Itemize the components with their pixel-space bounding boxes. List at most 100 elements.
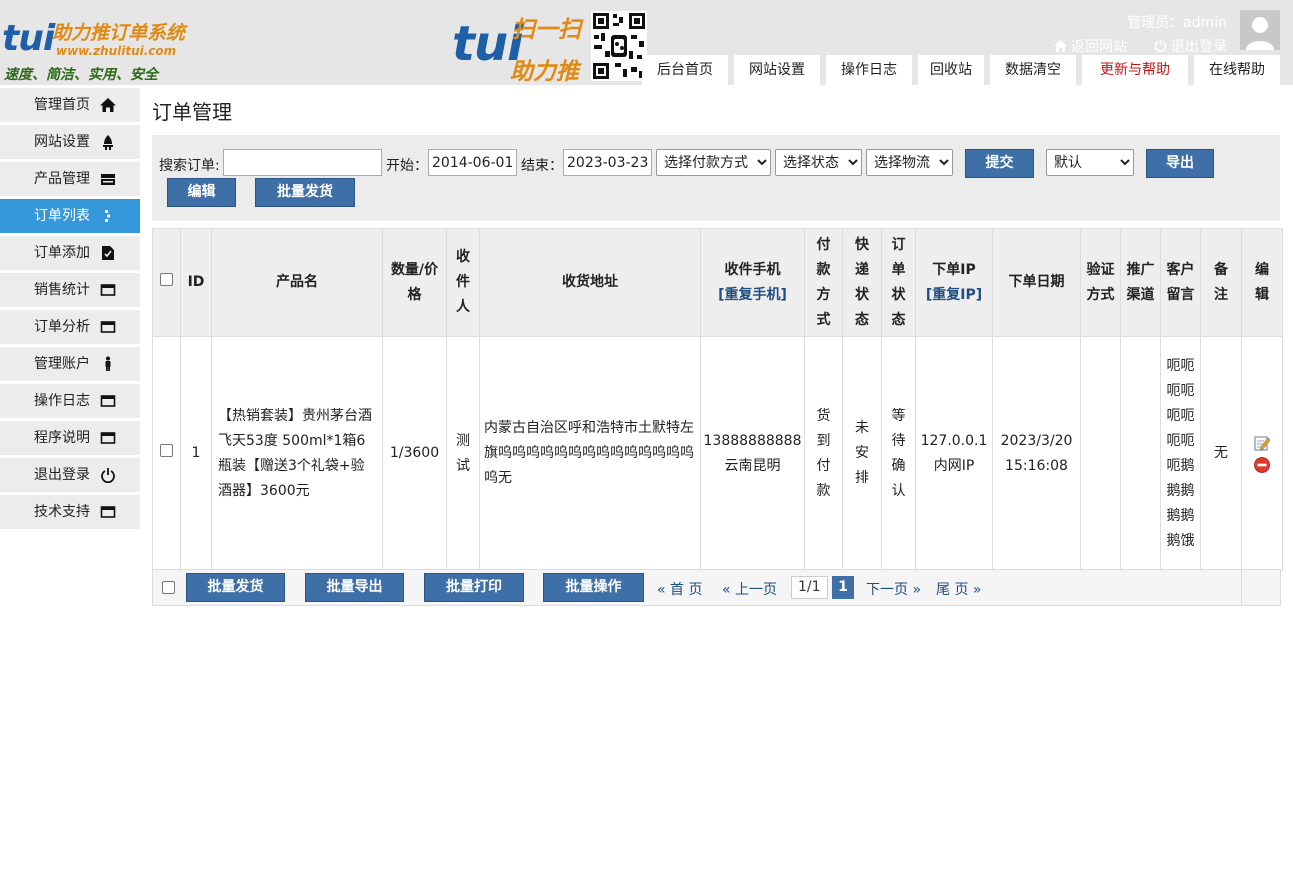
logo-brand: tui [2,18,55,59]
tab-operation-log[interactable]: 操作日志 [826,55,912,85]
site-logo[interactable]: tui 助力推订单系统 www.zhulitui.com 速度、简洁、实用、安全 [0,14,210,84]
power-icon [101,468,115,483]
logistics-select[interactable]: 选择物流 [866,149,953,176]
col-express-status: 快递状态 [842,228,882,337]
first-page-link[interactable]: « 首 页 [657,579,702,599]
start-date-label: 开始： [386,158,428,174]
window-icon [100,395,116,407]
batch-print-button[interactable]: 批量打印 [424,573,524,602]
col-phone: 收件手机 [重复手机] [700,228,805,337]
cell-edit [1241,336,1283,571]
col-payment-label: 付款方式 [816,236,831,328]
sidebar-item-sales-stats[interactable]: 销售统计 [0,273,140,307]
sidebar-item-label: 订单添加 [34,245,90,261]
duplicate-ip-link[interactable]: [重复IP] [916,283,992,308]
scan-text-2: 助力推 [510,59,579,85]
sidebar-item-order-list[interactable]: 订单列表 [0,199,140,233]
last-page-link[interactable]: 尾 页 » [936,579,981,599]
sidebar-item-operation-log[interactable]: 操作日志 [0,384,140,418]
sort-select[interactable]: 默认 [1046,149,1134,176]
sidebar-item-logout[interactable]: 退出登录 [0,458,140,492]
footer-divider [1241,570,1242,605]
sidebar-item-site-settings[interactable]: 网站设置 [0,125,140,159]
cell-order-status: 等待确认 [881,336,916,571]
cell-channel [1120,336,1161,571]
sidebar-item-label: 程序说明 [34,430,90,446]
footer-select-all-checkbox[interactable] [162,581,175,594]
tab-update-help[interactable]: 更新与帮助 [1082,55,1188,85]
edit-icon[interactable] [1254,435,1270,451]
end-date-input[interactable] [563,149,652,176]
start-date-input[interactable] [428,149,517,176]
sidebar-item-accounts[interactable]: 管理账户 [0,347,140,381]
header: tui 助力推订单系统 www.zhulitui.com 速度、简洁、实用、安全… [0,0,1293,85]
col-qty-price: 数量/价格 [382,228,447,337]
batch-ship-button[interactable]: 批量发货 [255,178,355,207]
cell-qty-price: 1/3600 [382,336,447,571]
cell-address: 内蒙古自治区呼和浩特市土默特左旗呜呜呜呜呜呜呜呜呜呜呜呜呜呜呜无 [479,336,701,571]
logo-slogan: 速度、简洁、实用、安全 [4,67,158,83]
col-qty-price-label: 数量/价格 [390,261,439,303]
list-icon [105,210,110,222]
next-page-link[interactable]: 下一页 » [866,579,921,599]
sidebar-item-label: 产品管理 [34,171,90,187]
sidebar-item-order-analysis[interactable]: 订单分析 [0,310,140,344]
cell-express-status: 未安排 [842,336,882,571]
col-remark-label: 备注 [1214,261,1228,303]
window-icon [100,506,116,518]
cell-verify [1080,336,1121,571]
user-avatar-icon [1240,10,1280,50]
current-page[interactable]: 1 [832,576,854,599]
submit-button[interactable]: 提交 [965,149,1034,178]
select-all-checkbox[interactable] [160,273,173,286]
tab-site-settings[interactable]: 网站设置 [734,55,820,85]
col-product: 产品名 [211,228,383,337]
col-order-status-label: 订单状态 [891,236,906,328]
payment-method-select[interactable]: 选择付款方式 [656,149,771,176]
logout-link[interactable]: 退出登录 [1154,39,1227,55]
avatar[interactable] [1240,10,1280,50]
search-input[interactable] [223,149,382,176]
tab-online-help[interactable]: 在线帮助 [1194,55,1280,85]
tab-clear-data[interactable]: 数据清空 [990,55,1076,85]
sidebar-item-products[interactable]: 产品管理 [0,162,140,196]
batch-operation-button[interactable]: 批量操作 [543,573,644,602]
settings-icon [103,135,113,150]
export-button[interactable]: 导出 [1146,149,1214,178]
prev-page-link[interactable]: « 上一页 [722,579,777,599]
cell-ip-address: 127.0.0.1 [920,432,988,449]
qr-code-icon [591,11,647,81]
batch-ship-footer-button[interactable]: 批量发货 [186,573,285,602]
sidebar-item-label: 网站设置 [34,134,90,150]
cell-express-status-text: 未安排 [855,420,869,486]
row-checkbox[interactable] [160,444,173,457]
status-select[interactable]: 选择状态 [775,149,862,176]
batch-export-button[interactable]: 批量导出 [305,573,404,602]
col-id: ID [180,228,212,337]
sidebar-item-dashboard[interactable]: 管理首页 [0,88,140,122]
col-order-date: 下单日期 [992,228,1081,337]
sidebar: 管理首页 网站设置 产品管理 订单列表 订单添加 销售统计 订单分析 管理账户 … [0,88,140,532]
cell-ip-type: 内网IP [933,457,975,474]
table-row: 1 【热销套装】贵州茅台酒飞天53度 500ml*1箱6瓶装【赠送3个礼袋+验酒… [152,336,1283,571]
col-channel-label: 推广渠道 [1126,261,1155,303]
sidebar-item-add-order[interactable]: 订单添加 [0,236,140,270]
select-all-cell [152,228,181,337]
top-nav: 后台首页 网站设置 操作日志 回收站 数据清空 更新与帮助 在线帮助 [642,55,1286,85]
cell-id: 1 [180,336,212,571]
tab-home[interactable]: 后台首页 [642,55,728,85]
back-to-site-link[interactable]: 返回网站 [1053,39,1132,55]
page-title: 订单管理 [152,100,232,124]
row-select-cell [152,336,181,571]
edit-button[interactable]: 编辑 [167,178,236,207]
cell-phone-number: 13888888888 [703,432,802,449]
duplicate-phone-link[interactable]: [重复手机] [701,283,804,308]
sidebar-item-program-info[interactable]: 程序说明 [0,421,140,455]
sidebar-item-tech-support[interactable]: 技术支持 [0,495,140,529]
tab-recycle-bin[interactable]: 回收站 [918,55,984,85]
delete-icon[interactable] [1254,456,1270,473]
sidebar-item-label: 销售统计 [34,282,90,298]
col-phone-label: 收件手机 [724,261,781,278]
logout-label: 退出登录 [1171,39,1227,55]
cell-order-date: 2023/3/20 15:16:08 [992,336,1081,571]
